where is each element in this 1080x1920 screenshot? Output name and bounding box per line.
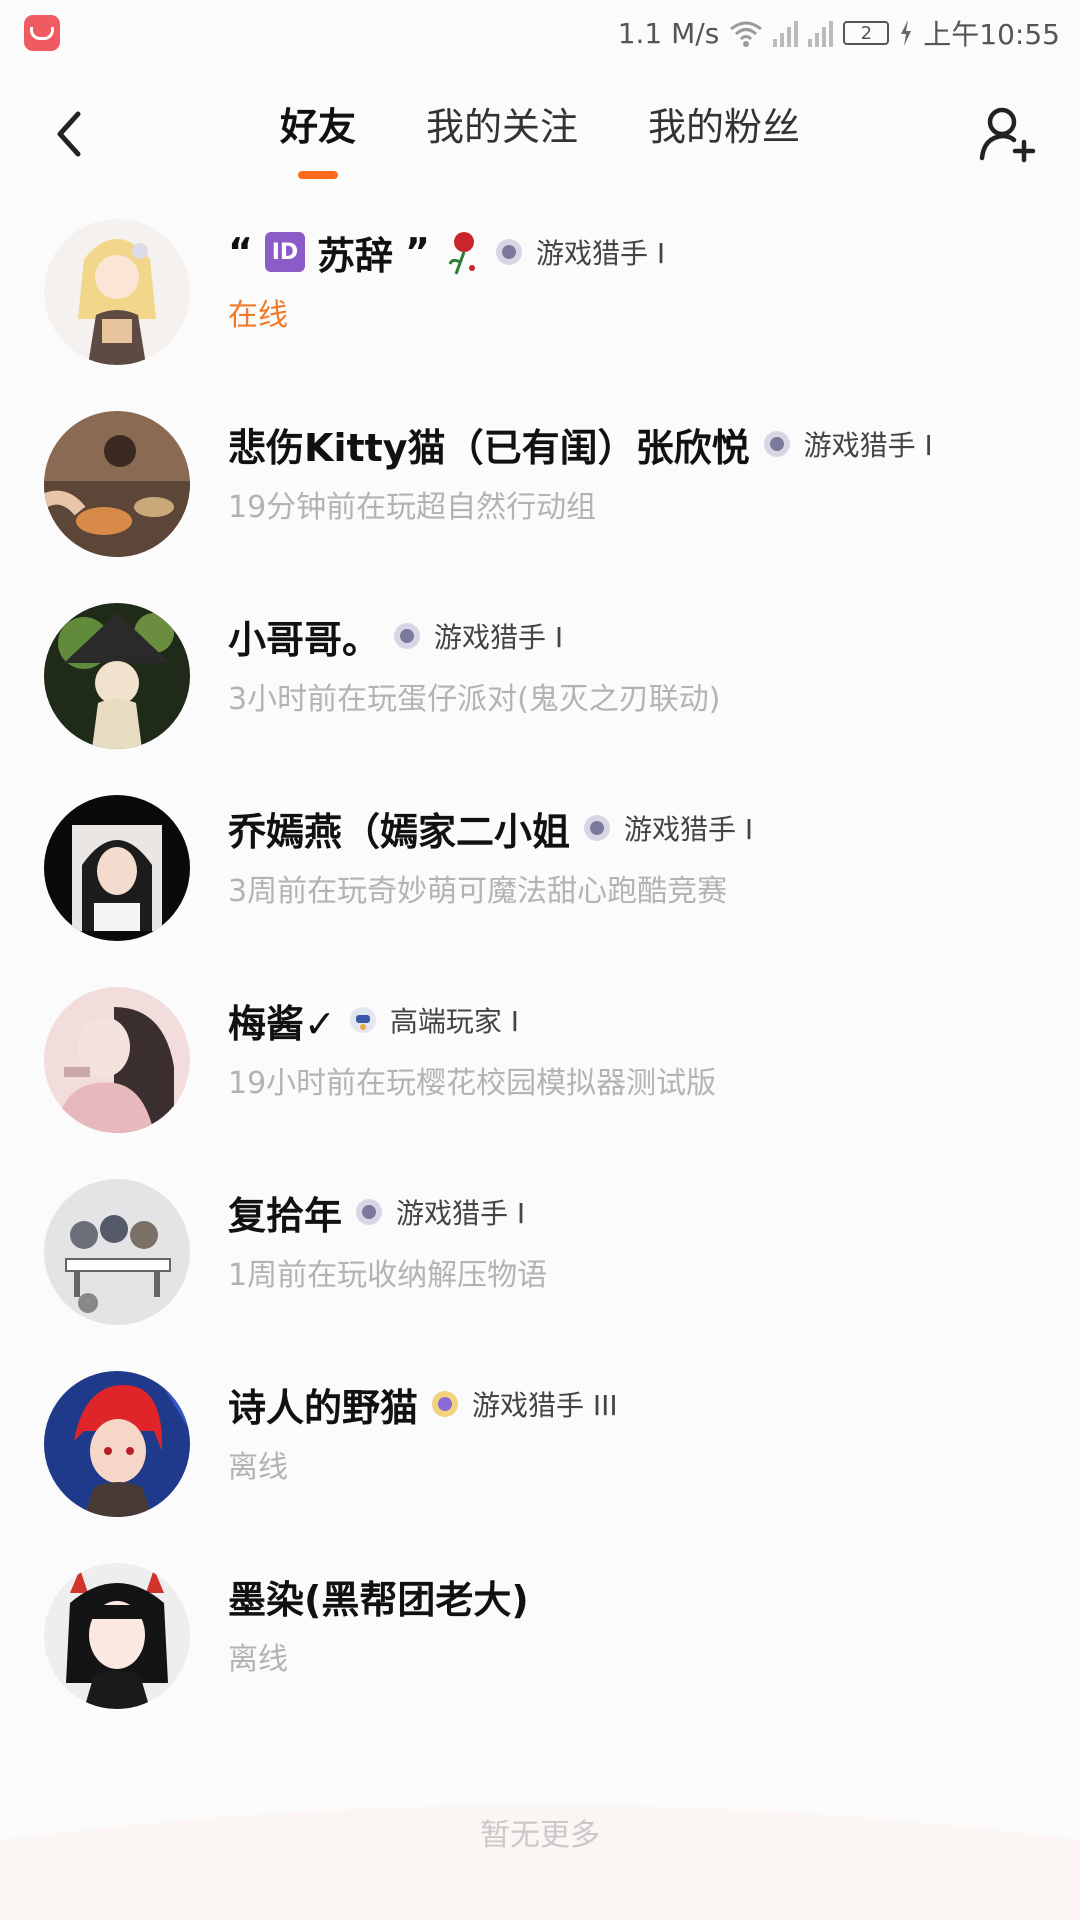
avatar[interactable]	[44, 411, 190, 557]
friend-name: 小哥哥。	[228, 617, 381, 662]
offline-status: 离线	[228, 1450, 288, 1485]
charging-icon	[901, 20, 912, 46]
wifi-icon	[730, 21, 763, 47]
friend-row[interactable]: 墨染(黑帮团老大) 离线	[0, 1540, 1080, 1732]
friend-info: “ ID 苏辞 ” 游戏猎手 I 在线	[228, 224, 1060, 334]
clock: 上午10:55	[923, 18, 1060, 51]
friend-info: 复拾年 游戏猎手 I 1周前在玩收纳解压物语	[228, 1184, 1060, 1294]
avatar[interactable]	[44, 219, 190, 365]
app-notification-icon	[24, 15, 60, 51]
activity-status: 19小时前在玩樱花校园模拟器测试版	[228, 1066, 717, 1101]
hunter-badge-icon	[763, 431, 790, 457]
friend-info: 小哥哥。 游戏猎手 I 3小时前在玩蛋仔派对(鬼灭之刃联动)	[228, 608, 1060, 718]
friend-name-quote-open: “	[228, 230, 253, 274]
tab-followers[interactable]: 我的粉丝	[648, 96, 800, 187]
no-more-text: 暂无更多	[480, 1818, 600, 1853]
name-line: “ ID 苏辞 ” 游戏猎手 I	[228, 224, 1060, 280]
player-badge-icon	[349, 1007, 376, 1033]
avatar-image	[44, 1563, 190, 1709]
name-line: 梅酱✓ 高端玩家 I	[228, 992, 1060, 1048]
offline-status: 离线	[228, 1642, 288, 1677]
avatar-image	[44, 1371, 190, 1517]
tab-label: 我的关注	[425, 105, 578, 149]
avatar-image	[44, 411, 190, 557]
name-line: 墨染(黑帮团老大)	[228, 1568, 1060, 1624]
tab-friends[interactable]: 好友	[280, 96, 356, 187]
tab-active-indicator	[297, 171, 338, 179]
add-user-icon	[979, 107, 1036, 163]
level-label: 游戏猎手 I	[624, 813, 754, 846]
friend-info: 诗人的野猫 游戏猎手 III 离线	[228, 1376, 1060, 1486]
level-label: 游戏猎手 I	[803, 429, 933, 462]
friend-row[interactable]: 小哥哥。 游戏猎手 I 3小时前在玩蛋仔派对(鬼灭之刃联动)	[0, 580, 1080, 772]
friend-name-quote-close: ”	[405, 230, 430, 274]
activity-status: 3周前在玩奇妙萌可魔法甜心跑酷竞赛	[228, 874, 728, 909]
avatar-image	[44, 987, 190, 1133]
friend-name: 悲伤Kitty猫（已有闺）张欣悦	[228, 425, 750, 470]
avatar[interactable]	[44, 1179, 190, 1325]
tab-label: 我的粉丝	[648, 105, 801, 149]
network-speed: 1.1 M/s	[617, 16, 720, 50]
avatar-image	[44, 219, 190, 365]
avatar-image	[44, 603, 190, 749]
status-right: 1.1 M/s 2 上午10:55	[618, 13, 1060, 53]
name-line: 诗人的野猫 游戏猎手 III	[228, 1376, 1060, 1432]
hunter-badge-icon	[394, 623, 421, 649]
friend-row[interactable]: “ ID 苏辞 ” 游戏猎手 I 在线	[0, 196, 1080, 388]
signal-2-icon	[808, 19, 834, 47]
hunter-badge-icon	[584, 815, 611, 841]
avatar-image	[44, 795, 190, 941]
friend-row[interactable]: 梅酱✓ 高端玩家 I 19小时前在玩樱花校园模拟器测试版	[0, 964, 1080, 1156]
activity-status: 1周前在玩收纳解压物语	[228, 1258, 548, 1293]
friend-name: 诗人的野猫	[228, 1385, 419, 1430]
friend-list: “ ID 苏辞 ” 游戏猎手 I 在线 悲伤Kitty猫（已有闺）张欣悦 游戏猎…	[0, 196, 1080, 1732]
friend-info: 梅酱✓ 高端玩家 I 19小时前在玩樱花校园模拟器测试版	[228, 992, 1060, 1102]
name-line: 小哥哥。 游戏猎手 I	[228, 608, 1060, 664]
friend-name: 复拾年	[228, 1193, 343, 1238]
status-bar: 1.1 M/s 2 上午10:55	[0, 0, 1080, 66]
online-status: 在线	[228, 298, 288, 333]
level-label: 游戏猎手 I	[396, 1197, 526, 1230]
name-line: 乔嫣燕（嫣家二小姐 游戏猎手 I	[228, 800, 1060, 856]
avatar[interactable]	[44, 987, 190, 1133]
activity-status: 3小时前在玩蛋仔派对(鬼灭之刃联动)	[228, 682, 721, 717]
tab-bar: 好友 我的关注 我的粉丝	[0, 96, 1080, 187]
friend-info: 乔嫣燕（嫣家二小姐 游戏猎手 I 3周前在玩奇妙萌可魔法甜心跑酷竞赛	[228, 800, 1060, 910]
friend-row[interactable]: 诗人的野猫 游戏猎手 III 离线	[0, 1348, 1080, 1540]
friend-info: 悲伤Kitty猫（已有闺）张欣悦 游戏猎手 I 19分钟前在玩超自然行动组	[228, 416, 1060, 526]
signal-1-icon	[773, 19, 799, 47]
friend-row[interactable]: 复拾年 游戏猎手 I 1周前在玩收纳解压物语	[0, 1156, 1080, 1348]
avatar[interactable]	[44, 1563, 190, 1709]
name-line: 悲伤Kitty猫（已有闺）张欣悦 游戏猎手 I	[228, 416, 1060, 472]
avatar[interactable]	[44, 1371, 190, 1517]
rose-icon	[448, 232, 475, 275]
friend-name: 墨染(黑帮团老大)	[228, 1577, 529, 1622]
avatar-image	[44, 1179, 190, 1325]
avatar[interactable]	[44, 603, 190, 749]
friend-row[interactable]: 乔嫣燕（嫣家二小姐 游戏猎手 I 3周前在玩奇妙萌可魔法甜心跑酷竞赛	[0, 772, 1080, 964]
friend-info: 墨染(黑帮团老大) 离线	[228, 1568, 1060, 1678]
level-label: 高端玩家 I	[389, 1005, 520, 1038]
name-line: 复拾年 游戏猎手 I	[228, 1184, 1060, 1240]
hunter-badge-icon	[495, 239, 522, 265]
friend-name: 苏辞	[316, 233, 393, 278]
id-chip: ID	[264, 232, 305, 272]
level-label: 游戏猎手 I	[535, 237, 666, 270]
tab-label: 好友	[279, 105, 356, 149]
add-friend-button[interactable]	[972, 98, 1044, 170]
avatar[interactable]	[44, 795, 190, 941]
level-label: 游戏猎手 III	[472, 1389, 618, 1422]
friend-row[interactable]: 悲伤Kitty猫（已有闺）张欣悦 游戏猎手 I 19分钟前在玩超自然行动组	[0, 388, 1080, 580]
header: 好友 我的关注 我的粉丝	[0, 66, 1080, 196]
hunter-gold-badge-icon	[432, 1391, 459, 1417]
friend-name: 梅酱✓	[228, 1001, 336, 1046]
level-label: 游戏猎手 I	[434, 621, 564, 654]
hunter-badge-icon	[356, 1199, 383, 1225]
activity-status: 19分钟前在玩超自然行动组	[228, 490, 597, 525]
friend-name: 乔嫣燕（嫣家二小姐	[228, 809, 571, 854]
battery-icon: 2	[843, 21, 890, 45]
tab-following[interactable]: 我的关注	[426, 96, 578, 187]
